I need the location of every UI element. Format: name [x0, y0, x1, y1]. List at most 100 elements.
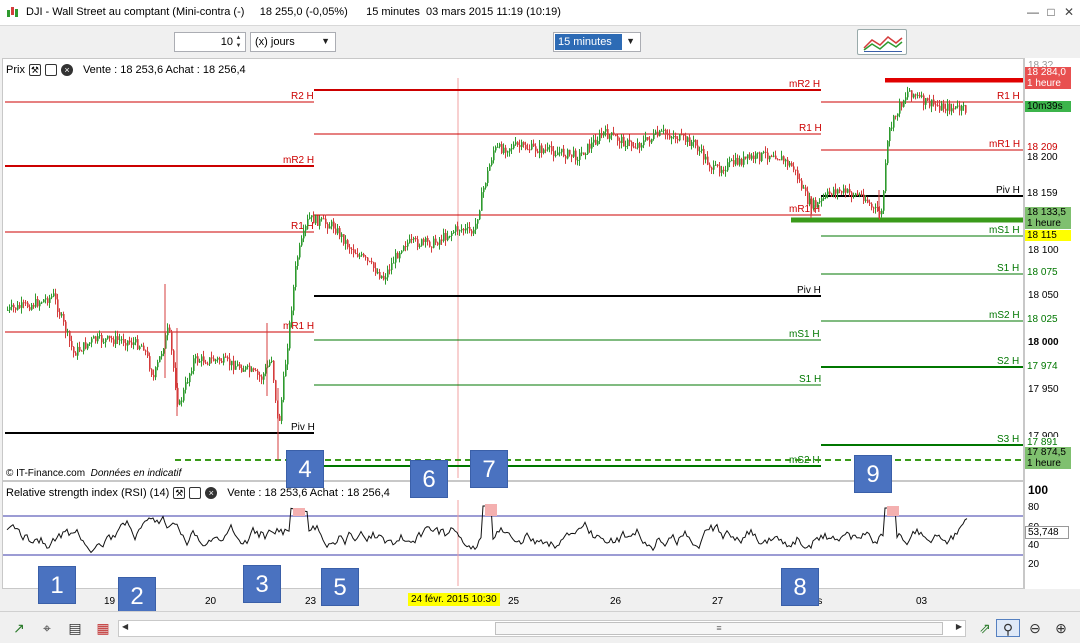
- horizontal-scrollbar[interactable]: ◀ ≡ ▶: [118, 620, 966, 637]
- autoscale-icon[interactable]: ⇗: [976, 619, 994, 637]
- candle-body: [615, 134, 617, 137]
- period-count-spinner[interactable]: 10 ▲ ▼: [174, 32, 246, 52]
- candle-body: [733, 160, 735, 165]
- candle: [595, 134, 597, 146]
- candle: [367, 257, 369, 266]
- candle-body: [633, 146, 635, 148]
- candle: [911, 90, 913, 103]
- zoom-out-icon[interactable]: ⊖: [1026, 619, 1044, 637]
- candle-body: [387, 269, 389, 278]
- candle-body: [919, 94, 921, 97]
- candle: [713, 160, 715, 175]
- window-icon[interactable]: [189, 487, 202, 499]
- scroll-right-icon[interactable]: ▶: [956, 622, 962, 631]
- candle-body: [337, 228, 339, 234]
- candle: [529, 144, 531, 154]
- cursor-tool-icon[interactable]: ⌖: [38, 619, 56, 637]
- window-title: DJI - Wall Street au comptant (Mini-cont…: [26, 6, 561, 18]
- price-tag: 18 159: [1025, 188, 1071, 199]
- candle-body: [363, 253, 365, 257]
- minimize-button[interactable]: —: [1024, 3, 1042, 21]
- candle-body: [383, 275, 385, 280]
- chart-type-button[interactable]: [857, 29, 907, 55]
- candle-body: [949, 103, 951, 112]
- candle-body: [213, 358, 215, 362]
- level-label: R2 H: [291, 91, 314, 102]
- candle-body: [411, 238, 413, 240]
- candle: [73, 346, 75, 358]
- level-label: mS2 H: [989, 310, 1020, 321]
- candle: [839, 187, 841, 194]
- interval-select[interactable]: 15 minutes ▼: [553, 32, 641, 52]
- restore-button[interactable]: □: [1042, 3, 1060, 21]
- print-icon[interactable]: ▤: [66, 619, 84, 637]
- candle-body: [961, 105, 963, 111]
- candle-body: [477, 219, 479, 224]
- candle: [961, 104, 963, 116]
- zoom-in-icon[interactable]: ⊕: [1052, 619, 1070, 637]
- close-icon[interactable]: ×: [60, 64, 73, 76]
- candle-body: [25, 302, 27, 304]
- candle-body: [395, 252, 397, 263]
- candle: [849, 183, 851, 197]
- candle-body: [747, 154, 749, 159]
- wrench-icon[interactable]: ⚒: [173, 487, 186, 499]
- candle: [559, 146, 561, 157]
- candle: [955, 106, 957, 110]
- candle-body: [597, 140, 599, 145]
- price-tag-value: 18 115: [1027, 230, 1057, 241]
- candle: [781, 150, 783, 161]
- zoom-select-icon[interactable]: ⚲: [996, 619, 1020, 637]
- indicators-icon[interactable]: ▦: [94, 619, 112, 637]
- candle-body: [373, 262, 375, 269]
- candle: [593, 134, 595, 147]
- candle: [929, 94, 931, 109]
- candle: [271, 356, 273, 364]
- candle-body: [245, 366, 247, 370]
- candle-body: [185, 382, 187, 390]
- level-label: mS1 H: [989, 225, 1020, 236]
- candle: [617, 134, 619, 146]
- export-chart-icon[interactable]: ↗: [10, 619, 28, 637]
- wrench-icon[interactable]: ⚒: [28, 64, 41, 76]
- spinner-arrows-icon[interactable]: ▲ ▼: [234, 34, 243, 50]
- scroll-left-icon[interactable]: ◀: [122, 622, 128, 631]
- candle-body: [127, 340, 129, 346]
- candle-body: [57, 299, 59, 313]
- candle: [249, 362, 251, 378]
- candle-body: [599, 133, 601, 141]
- candle-body: [797, 170, 799, 180]
- candle: [931, 99, 933, 113]
- scroll-thumb[interactable]: ≡: [495, 622, 943, 635]
- candle-body: [639, 143, 641, 148]
- price-tick-label: 18 100: [1028, 245, 1059, 256]
- close-button[interactable]: ✕: [1060, 3, 1078, 21]
- candle: [841, 190, 843, 195]
- candle-body: [203, 356, 205, 363]
- candle-body: [153, 374, 155, 378]
- candle: [321, 216, 323, 222]
- candle-body: [201, 356, 203, 362]
- window-icon[interactable]: [44, 64, 57, 76]
- candle: [229, 352, 231, 371]
- candle: [315, 214, 317, 226]
- close-icon[interactable]: ×: [205, 487, 218, 499]
- candle-body: [495, 146, 497, 151]
- candle: [649, 136, 651, 147]
- candle-body: [511, 148, 513, 150]
- candle: [555, 150, 557, 158]
- candle-body: [325, 218, 327, 225]
- candle: [429, 240, 431, 248]
- candle-body: [175, 367, 177, 388]
- candle: [517, 141, 519, 148]
- candle: [505, 144, 507, 159]
- candle-body: [519, 145, 521, 147]
- candle-body: [249, 365, 251, 372]
- candle-body: [867, 199, 869, 203]
- candle: [921, 91, 923, 99]
- candle: [347, 238, 349, 250]
- period-unit-select[interactable]: (x) jours ▼: [250, 32, 336, 52]
- candle-body: [341, 234, 343, 237]
- candle: [113, 336, 115, 347]
- candle: [591, 137, 593, 154]
